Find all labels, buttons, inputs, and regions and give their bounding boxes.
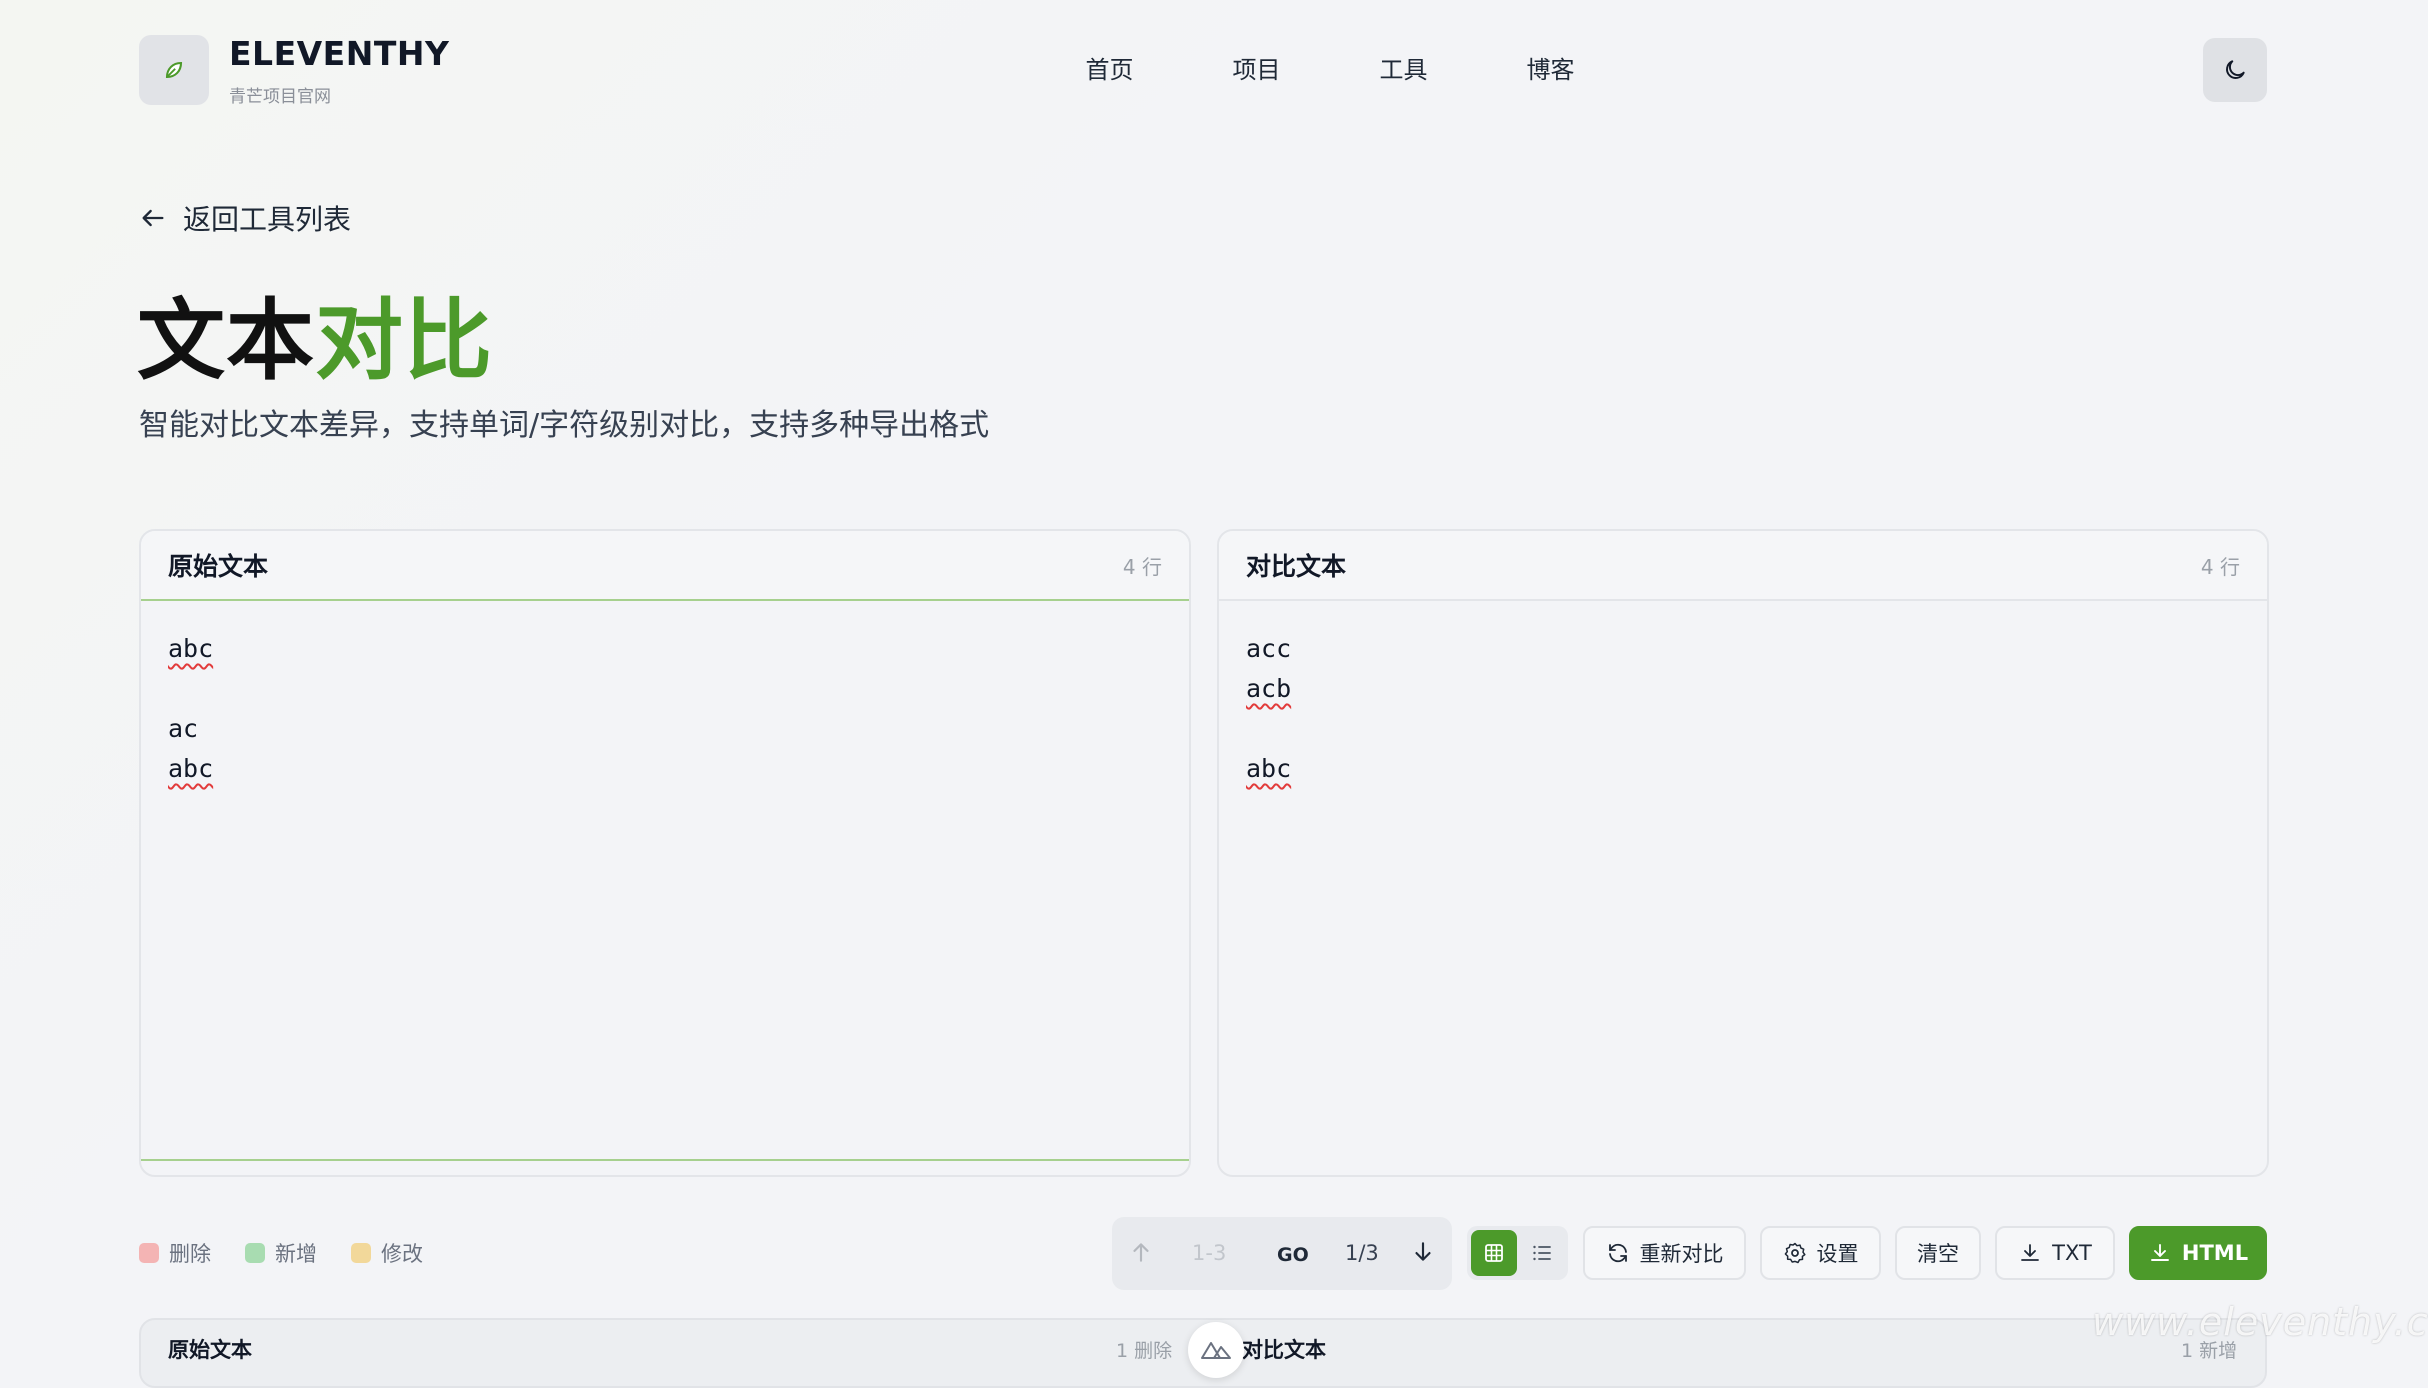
recompare-label: 重新对比 [1639,1242,1724,1266]
editor-line: abc [168,754,214,783]
legend-add-label: 新增 [275,1242,317,1266]
page-title: 文本对比 [137,270,493,397]
settings-button[interactable]: 设置 [1760,1226,1881,1280]
gear-icon [1784,1242,1806,1264]
nav-item-tools[interactable]: 工具 [1330,50,1477,85]
compare-text-editor[interactable]: acc acb abc [1219,601,2267,1161]
editor-line: acc [1246,634,1292,663]
inline-view-button[interactable] [1519,1230,1565,1276]
legend-modify-label: 修改 [381,1242,423,1266]
result-compare-title: 对比文本 [1242,1338,1326,1362]
arrow-left-icon [142,209,164,227]
download-icon [2150,1244,2169,1261]
leaf-logo-icon [165,61,183,79]
delete-swatch [139,1243,159,1263]
modify-swatch [351,1243,371,1263]
main-nav: 首页 项目 工具 博客 [1036,50,1624,85]
brand-name[interactable]: ELEVENTHY [229,34,449,73]
legend-modify: 修改 [351,1238,423,1268]
compare-line-count: 4 行 [2200,554,2240,579]
original-text-title: 原始文本 [168,552,269,581]
floating-app-badge[interactable] [1188,1322,1244,1378]
go-button[interactable]: GO [1277,1244,1309,1266]
diff-legend: 删除 新增 修改 [139,1238,457,1268]
original-line-count: 4 行 [1122,554,1162,579]
brand-subtitle: 青芒项目官网 [229,87,331,107]
legend-delete-label: 删除 [169,1242,211,1266]
export-html-button[interactable]: HTML [2129,1226,2267,1280]
prev-diff-button[interactable] [1128,1239,1154,1270]
arrow-up-icon [1133,1243,1149,1262]
export-txt-label: TXT [2052,1241,2092,1265]
page-title-main: 文本 [137,289,316,392]
watermark: www.eleventhy.cn [2092,1300,2428,1344]
add-swatch [245,1243,265,1263]
editor-line: ac [168,714,199,743]
mountain-logo-icon [1201,1342,1231,1359]
clear-label: 清空 [1917,1242,1959,1266]
grid-icon [1485,1244,1503,1262]
view-mode-toggle [1467,1226,1568,1280]
list-icon [1533,1245,1551,1261]
logo[interactable] [139,35,209,105]
original-text-editor[interactable]: abc ac abc [141,601,1189,1161]
diff-navigator: 1-3 GO 1/3 [1112,1217,1452,1290]
side-by-side-view-button[interactable] [1471,1230,1517,1276]
theme-toggle-button[interactable] [2203,38,2267,102]
editor-line: abc [1246,754,1292,783]
download-icon [2021,1244,2040,1261]
refresh-icon [1608,1243,1627,1263]
nav-item-home[interactable]: 首页 [1036,50,1183,85]
diff-range-input[interactable]: 1-3 [1192,1241,1226,1265]
editor-line: abc [168,634,214,663]
arrow-down-icon [1415,1242,1431,1261]
back-link-label: 返回工具列表 [183,203,352,236]
clear-button[interactable]: 清空 [1895,1226,1981,1280]
compare-text-title: 对比文本 [1246,552,1347,581]
result-delete-count: 1 删除 [1116,1340,1173,1362]
nav-item-projects[interactable]: 项目 [1183,50,1330,85]
page-subtitle: 智能对比文本差异，支持单词/字符级别对比，支持多种导出格式 [139,408,990,443]
site-header: ELEVENTHY 青芒项目官网 首页 项目 工具 博客 [0,0,2428,140]
back-to-tools-link[interactable]: 返回工具列表 [139,198,351,238]
settings-label: 设置 [1816,1242,1859,1266]
export-html-label: HTML [2181,1241,2249,1265]
page-title-accent: 对比 [315,289,494,392]
diff-position: 1/3 [1345,1241,1379,1265]
export-txt-button[interactable]: TXT [1995,1226,2115,1280]
nav-item-blog[interactable]: 博客 [1477,50,1624,85]
recompare-button[interactable]: 重新对比 [1583,1226,1746,1280]
legend-add: 新增 [245,1238,317,1268]
original-text-header: 原始文本 4 行 [141,531,1189,601]
compare-text-panel: 对比文本 4 行 acc acb abc [1217,529,2269,1177]
moon-icon [2226,60,2245,79]
editor-line: acb [1246,674,1292,703]
result-original-title: 原始文本 [168,1338,252,1362]
next-diff-button[interactable] [1410,1239,1436,1270]
original-text-panel: 原始文本 4 行 abc ac abc [139,529,1191,1177]
compare-text-header: 对比文本 4 行 [1219,531,2267,601]
legend-delete: 删除 [139,1238,211,1268]
page: ELEVENTHY 青芒项目官网 首页 项目 工具 博客 返回工具列表 文本对比… [0,0,2428,1388]
